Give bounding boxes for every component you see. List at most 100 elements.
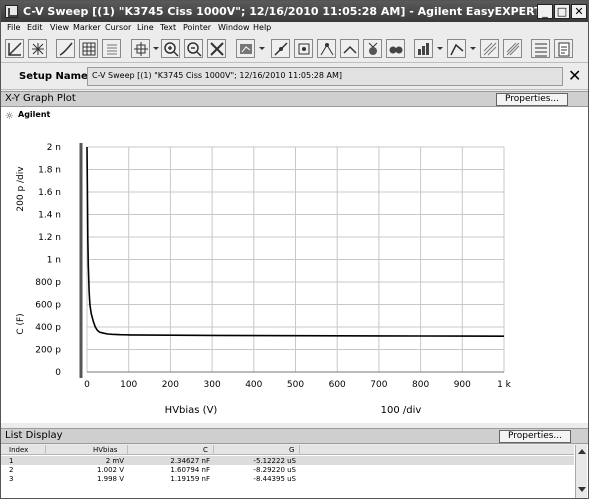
col-divider[interactable]: [127, 445, 128, 455]
menu-cursor[interactable]: Cursor: [105, 23, 131, 32]
list-header-row: Index HVbias C G: [1, 445, 574, 455]
zoom-out-icon[interactable]: [184, 39, 203, 58]
list-panel-header: List Display Properties...: [1, 428, 588, 444]
list-display: Index HVbias C G 1 2 mV 2.34627 nF -5.12…: [1, 445, 588, 498]
y-tick-label: 400 p: [35, 323, 61, 333]
window-title: C-V Sweep [(1) "K3745 Ciss 1000V"; 12/16…: [23, 5, 542, 18]
binocular-icon[interactable]: [386, 39, 405, 58]
menu-view[interactable]: View: [50, 23, 69, 32]
gradient-icon[interactable]: [480, 39, 499, 58]
setup-close-icon[interactable]: ✕: [568, 66, 581, 85]
cell-index: 3: [9, 475, 14, 483]
line-fit-icon[interactable]: [271, 39, 290, 58]
graph-panel-header: X-Y Graph Plot Properties...: [1, 91, 588, 107]
y-tick-label: 1.4 n: [38, 211, 61, 221]
y-div-label: 200 p /div: [16, 166, 26, 212]
x-div-label: 100 /div: [381, 405, 422, 416]
table-icon[interactable]: [79, 39, 98, 58]
scale-dropdown-icon[interactable]: [470, 47, 476, 50]
col-header-c[interactable]: C: [203, 446, 208, 454]
toolbar: [1, 36, 588, 63]
agilent-logo: Agilent: [18, 110, 51, 119]
tools-icon[interactable]: [207, 39, 226, 58]
y-tick-label: 0: [55, 368, 61, 378]
y-tick-label: 1.6 n: [38, 188, 61, 198]
crosshair-icon[interactable]: [131, 39, 150, 58]
cell-g: -5.12222 uS: [253, 457, 296, 465]
col-header-g[interactable]: G: [289, 446, 294, 454]
menu-edit[interactable]: Edit: [27, 23, 43, 32]
menu-bar: File Edit View Marker Cursor Line Text P…: [1, 22, 588, 36]
marker-icon[interactable]: [294, 39, 313, 58]
col-divider[interactable]: [213, 445, 214, 455]
col-header-hvbias[interactable]: HVbias: [93, 446, 117, 454]
table-row[interactable]: 1 2 mV 2.34627 nF -5.12222 uS: [1, 456, 574, 465]
gradient-alt-icon[interactable]: [503, 39, 522, 58]
app-window: C-V Sweep [(1) "K3745 Ciss 1000V"; 12/16…: [0, 0, 589, 499]
y-tick-label: 1 n: [47, 256, 61, 266]
menu-line[interactable]: Line: [137, 23, 154, 32]
scroll-up-icon[interactable]: [578, 449, 586, 454]
close-button[interactable]: ✕: [571, 4, 587, 19]
menu-file[interactable]: File: [7, 23, 20, 32]
cursor-icon[interactable]: [317, 39, 336, 58]
y-tick-label: 1.2 n: [38, 233, 61, 243]
x-tick-label: 600: [329, 380, 346, 390]
col-divider[interactable]: [45, 445, 46, 455]
cell-g: -8.44395 uS: [253, 475, 296, 483]
crosshair-dropdown-icon[interactable]: [153, 47, 159, 50]
scale-icon[interactable]: [447, 39, 466, 58]
x-tick-label: 900: [454, 380, 471, 390]
xy-graph-plot[interactable]: 0 100 200 300 400 500 600 700 800 900 1 k 0 200 p 400…: [1, 107, 588, 423]
agilent-logo-icon: ☼: [5, 111, 14, 122]
grid-view-icon[interactable]: [531, 39, 550, 58]
menu-text[interactable]: Text: [160, 23, 176, 32]
maximize-button[interactable]: □: [554, 4, 570, 19]
bar-icon[interactable]: [414, 39, 433, 58]
curve-icon[interactable]: [56, 39, 75, 58]
graph-properties-button[interactable]: Properties...: [496, 93, 568, 106]
list-scrollbar[interactable]: [575, 445, 587, 498]
scroll-down-icon[interactable]: [578, 487, 586, 492]
tangent-icon[interactable]: [340, 39, 359, 58]
x-tick-label: 1 k: [497, 380, 512, 390]
table-row[interactable]: 2 1.002 V 1.60794 nF -8.29220 uS: [1, 465, 574, 474]
minimize-button[interactable]: _: [537, 4, 553, 19]
setup-name-field[interactable]: C-V Sweep [(1) "K3745 Ciss 1000V"; 12/16…: [87, 67, 563, 86]
y-tick-label: 1.8 n: [38, 166, 61, 176]
x-tick-label: 400: [245, 380, 262, 390]
col-divider[interactable]: [299, 445, 300, 455]
cell-c: 1.60794 nF: [170, 466, 210, 474]
title-bar[interactable]: C-V Sweep [(1) "K3745 Ciss 1000V"; 12/16…: [1, 1, 588, 22]
bar-dropdown-icon[interactable]: [437, 47, 443, 50]
menu-window[interactable]: Window: [218, 23, 250, 32]
list-properties-button[interactable]: Properties...: [499, 430, 571, 443]
data-icon[interactable]: [236, 39, 255, 58]
chart: 0 100 200 300 400 500 600 700 800 900 1 k 0 200 p 400…: [16, 143, 512, 416]
graph-panel-title: X-Y Graph Plot: [5, 93, 76, 104]
menu-help[interactable]: Help: [253, 23, 271, 32]
clipboard-icon[interactable]: [554, 39, 573, 58]
y-tick-label: 800 p: [35, 278, 61, 288]
app-icon: [5, 5, 18, 18]
table-row[interactable]: 3 1.998 V 1.19159 nF -8.44395 uS: [1, 474, 574, 483]
menu-marker[interactable]: Marker: [73, 23, 101, 32]
list-icon[interactable]: [102, 39, 121, 58]
col-header-index[interactable]: Index: [9, 446, 28, 454]
autoscale-icon[interactable]: [5, 39, 24, 58]
y-tick-label: 600 p: [35, 301, 61, 311]
cell-hvbias: 1.002 V: [96, 466, 124, 474]
regression-icon[interactable]: [363, 39, 382, 58]
setup-name-row: Setup Name: C-V Sweep [(1) "K3745 Ciss 1…: [1, 64, 588, 90]
setup-name-label: Setup Name:: [19, 71, 92, 82]
cell-c: 2.34627 nF: [170, 457, 210, 465]
cell-hvbias: 2 mV: [105, 457, 124, 465]
list-panel-title: List Display: [5, 430, 63, 441]
grid-icon[interactable]: [28, 39, 47, 58]
x-tick-label: 200: [162, 380, 179, 390]
data-dropdown-icon[interactable]: [259, 47, 265, 50]
cell-g: -8.29220 uS: [253, 466, 296, 474]
x-tick-label: 500: [287, 380, 304, 390]
menu-pointer[interactable]: Pointer: [183, 23, 211, 32]
zoom-in-icon[interactable]: [161, 39, 180, 58]
